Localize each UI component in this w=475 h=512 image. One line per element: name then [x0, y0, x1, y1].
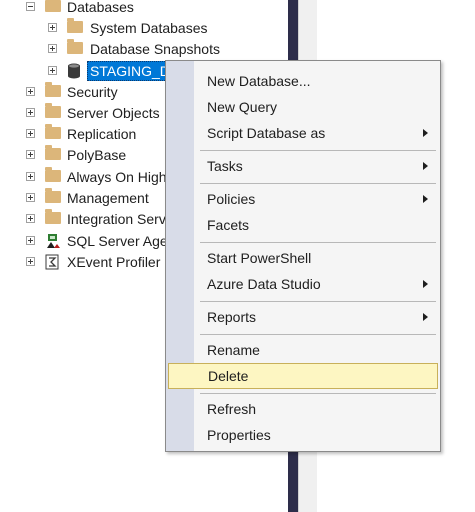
- menu-item-label: Properties: [207, 427, 271, 443]
- tree-node-system-databases[interactable]: System Databases: [0, 18, 300, 38]
- expand-icon[interactable]: [26, 87, 35, 96]
- folder-icon: [45, 145, 61, 160]
- expand-icon[interactable]: [26, 257, 35, 266]
- menu-item-refresh[interactable]: Refresh: [194, 396, 440, 422]
- submenu-arrow-icon: [423, 280, 428, 288]
- menu-item-label: Script Database as: [207, 125, 326, 141]
- submenu-arrow-icon: [423, 195, 428, 203]
- xevent-profiler-icon: [45, 254, 59, 270]
- context-menu-icon-gutter: [166, 61, 194, 451]
- folder-icon: [67, 18, 83, 33]
- tree-node-databases[interactable]: Databases: [0, 0, 300, 17]
- submenu-arrow-icon: [423, 129, 428, 137]
- selected-tree-node-label: STAGING_D: [87, 61, 173, 81]
- tree-node-label: Databases: [67, 0, 134, 15]
- menu-item-delete[interactable]: Delete: [168, 363, 438, 389]
- menu-item-label: Policies: [207, 191, 256, 207]
- menu-item-label: Tasks: [207, 158, 243, 174]
- expand-icon[interactable]: [26, 129, 35, 138]
- menu-item-facets[interactable]: Facets: [194, 212, 440, 238]
- menu-item-rename[interactable]: Rename: [194, 337, 440, 363]
- menu-item-azure-data-studio[interactable]: Azure Data Studio: [194, 271, 440, 297]
- expand-icon[interactable]: [26, 193, 35, 202]
- expand-icon[interactable]: [48, 66, 57, 75]
- expand-icon[interactable]: [48, 23, 57, 32]
- collapse-icon[interactable]: [26, 2, 35, 11]
- folder-icon: [45, 82, 61, 97]
- menu-item-label: Delete: [208, 368, 249, 384]
- menu-item-properties[interactable]: Properties: [194, 422, 440, 448]
- tree-node-label: Replication: [67, 126, 137, 142]
- database-icon: [68, 63, 80, 79]
- menu-separator: [200, 242, 436, 243]
- context-menu: New Database... New Query Script Databas…: [165, 60, 441, 452]
- menu-item-label: Rename: [207, 342, 260, 358]
- menu-item-new-query[interactable]: New Query: [194, 94, 440, 120]
- menu-separator: [200, 150, 436, 151]
- menu-separator: [200, 393, 436, 394]
- tree-node-label: SQL Server Agen: [67, 233, 176, 249]
- tree-node-label: Database Snapshots: [90, 41, 220, 57]
- tree-node-label: System Databases: [90, 20, 208, 36]
- folder-icon: [45, 188, 61, 203]
- menu-item-label: Reports: [207, 309, 257, 325]
- menu-separator: [200, 334, 436, 335]
- menu-item-reports[interactable]: Reports: [194, 304, 440, 330]
- tree-node-label: Always On High: [67, 169, 167, 185]
- menu-item-label: Facets: [207, 217, 250, 233]
- menu-item-label: Start PowerShell: [207, 250, 312, 266]
- menu-separator: [200, 301, 436, 302]
- submenu-arrow-icon: [423, 162, 428, 170]
- folder-icon: [45, 103, 61, 118]
- tree-node-label: XEvent Profiler: [67, 254, 161, 270]
- folder-icon: [45, 124, 61, 139]
- expand-icon[interactable]: [26, 172, 35, 181]
- menu-item-label: Refresh: [207, 401, 257, 417]
- menu-item-start-powershell[interactable]: Start PowerShell: [194, 245, 440, 271]
- folder-icon: [67, 39, 83, 54]
- tree-node-label: Security: [67, 84, 118, 100]
- expand-icon[interactable]: [26, 150, 35, 159]
- expand-icon[interactable]: [48, 44, 57, 53]
- folder-icon: [45, 209, 61, 224]
- sql-agent-icon: [47, 234, 60, 248]
- expand-icon[interactable]: [26, 214, 35, 223]
- expand-icon[interactable]: [26, 236, 35, 245]
- tree-node-label: Management: [67, 190, 149, 206]
- menu-item-tasks[interactable]: Tasks: [194, 153, 440, 179]
- tree-node-label: Integration Serv: [67, 211, 166, 227]
- tree-node-database-snapshots[interactable]: Database Snapshots: [0, 39, 300, 59]
- menu-item-script-database-as[interactable]: Script Database as: [194, 120, 440, 146]
- menu-item-label: New Database...: [207, 73, 311, 89]
- expand-icon[interactable]: [26, 108, 35, 117]
- folder-icon: [45, 0, 61, 12]
- menu-item-policies[interactable]: Policies: [194, 186, 440, 212]
- folder-icon: [45, 167, 61, 182]
- menu-item-new-database[interactable]: New Database...: [194, 68, 440, 94]
- menu-separator: [200, 183, 436, 184]
- tree-node-label: Server Objects: [67, 105, 160, 121]
- tree-node-label: PolyBase: [67, 147, 127, 163]
- submenu-arrow-icon: [423, 313, 428, 321]
- menu-item-label: Azure Data Studio: [207, 276, 321, 292]
- menu-item-label: New Query: [207, 99, 278, 115]
